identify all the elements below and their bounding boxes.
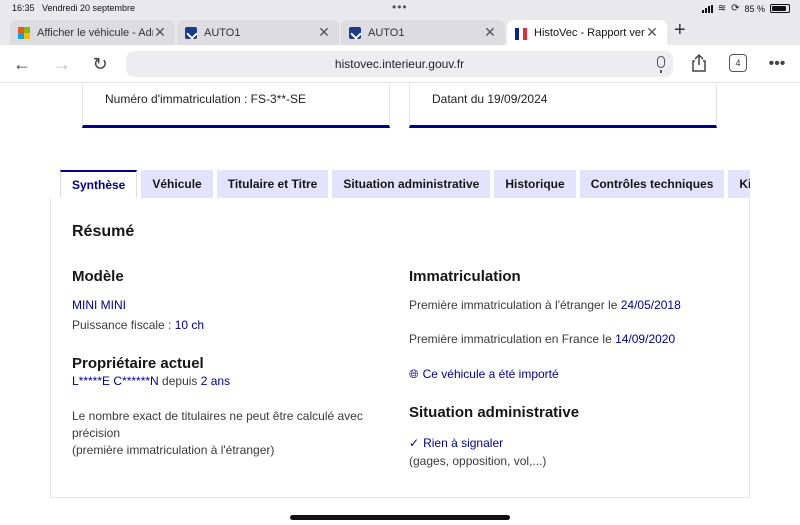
tab-synthese[interactable]: Synthèse (60, 170, 138, 198)
address-bar[interactable]: histovec.interieur.gouv.fr (126, 51, 673, 77)
report-tabs: Synthèse Véhicule Titulaire et Titre Sit… (50, 170, 750, 198)
registration-number: Numéro d'immatriculation : FS-3**-SE (105, 92, 307, 106)
multitasking-dots-icon[interactable]: ••• (392, 0, 408, 14)
report-date: Datant du 19/09/2024 (432, 92, 548, 106)
owner-since-value: 2 ans (200, 374, 231, 388)
model-heading: Modèle (72, 268, 124, 285)
registration-heading: Immatriculation (409, 268, 521, 285)
auto1-icon (349, 26, 361, 39)
admin-detail: (gages, opposition, vol,...) (409, 454, 547, 468)
admin-status-text: Rien à signaler (423, 436, 504, 450)
date-card: Datant du 19/09/2024 (409, 84, 717, 128)
france-registration-label: Première immatriculation en France le (409, 332, 616, 346)
tab-historique[interactable]: Historique (494, 170, 576, 198)
browser-tab[interactable]: AUTO1 ✕ (177, 20, 339, 45)
registration-card: Numéro d'immatriculation : FS-3**-SE (82, 84, 390, 128)
imported-link-text: Ce véhicule a été importé (422, 367, 559, 381)
microphone-icon[interactable] (657, 56, 665, 73)
home-indicator[interactable] (290, 515, 510, 520)
admin-status: ✓ Rien à signaler (409, 435, 503, 452)
check-icon: ✓ (409, 436, 420, 450)
back-arrow-icon[interactable]: ← (9, 51, 35, 77)
foreign-registration: Première immatriculation à l'étranger le… (409, 297, 681, 314)
share-icon[interactable] (690, 53, 708, 73)
tab-situation-administrative[interactable]: Situation administrative (332, 170, 491, 198)
microsoft-icon (18, 26, 30, 39)
browser-tab-title: AUTO1 (204, 26, 241, 39)
browser-tab-title: HistoVec - Rapport vendeur (534, 26, 645, 39)
orientation-lock-icon: ⟳ (731, 3, 740, 14)
summary-title: Résumé (72, 223, 135, 240)
clock: 16:35 (12, 3, 35, 13)
browser-tab-title: AUTO1 (368, 26, 405, 39)
url-text: histovec.interieur.gouv.fr (334, 57, 465, 71)
fiscal-power: Puissance fiscale : 10 ch (72, 317, 204, 334)
browser-toolbar: ← → ↻ histovec.interieur.gouv.fr 4 ••• (0, 45, 800, 83)
battery-icon (770, 4, 790, 13)
owner-note-detail: (première immatriculation à l'étranger) (72, 443, 275, 457)
admin-heading: Situation administrative (409, 404, 580, 421)
tab-controles-techniques[interactable]: Contrôles techniques (579, 170, 725, 198)
status-indicators: ≋ ⟳ 85 % (701, 3, 790, 14)
page-content: Numéro d'immatriculation : FS-3**-SE Dat… (0, 84, 800, 525)
browser-tab-title: Afficher le véhicule - Adm (37, 26, 153, 39)
tab-titulaire[interactable]: Titulaire et Titre (216, 170, 329, 198)
close-icon[interactable]: ✕ (483, 24, 497, 41)
battery-percent: 85 % (744, 3, 765, 14)
globe-icon: 🌐︎ (409, 367, 419, 381)
imported-link[interactable]: 🌐︎ Ce véhicule a été importé (409, 366, 559, 383)
france-registration: Première immatriculation en France le 14… (409, 331, 675, 348)
tab-count-icon[interactable]: 4 (729, 54, 747, 72)
fiscal-power-value: 10 ch (174, 318, 205, 332)
status-bar: 16:35 Vendredi 20 septembre ••• ≋ ⟳ 85 % (0, 0, 800, 17)
tab-vehicule[interactable]: Véhicule (141, 170, 213, 198)
owner-since-label: depuis (158, 374, 201, 388)
france-flag-icon (515, 27, 527, 40)
browser-tab[interactable]: AUTO1 ✕ (341, 20, 505, 45)
more-menu-icon[interactable]: ••• (764, 51, 790, 77)
browser-tab[interactable]: Afficher le véhicule - Adm ✕ (10, 20, 175, 45)
reload-icon[interactable]: ↻ (87, 51, 113, 77)
owner-line: L*****E C******N depuis 2 ans (72, 373, 230, 390)
foreign-registration-date: 24/05/2018 (620, 298, 681, 312)
close-icon[interactable]: ✕ (645, 24, 659, 41)
browser-tab-active[interactable]: HistoVec - Rapport vendeur ✕ (507, 20, 667, 45)
close-icon[interactable]: ✕ (317, 24, 331, 41)
fiscal-power-label: Puissance fiscale : (72, 318, 175, 332)
close-icon[interactable]: ✕ (153, 24, 167, 41)
owner-note: Le nombre exact de titulaires ne peut êt… (72, 409, 363, 440)
new-tab-icon[interactable]: + (674, 19, 686, 42)
tab-kilometrage[interactable]: Kilométrage (728, 170, 750, 198)
france-registration-date: 14/09/2020 (615, 332, 676, 346)
forward-arrow-icon[interactable]: → (49, 51, 75, 77)
owner-name: L*****E C******N (72, 374, 159, 388)
signal-icon (701, 4, 713, 13)
model-name: MINI MINI (72, 298, 126, 312)
owner-heading: Propriétaire actuel (72, 355, 204, 372)
wifi-icon: ≋ (717, 3, 727, 14)
date: Vendredi 20 septembre (42, 3, 136, 13)
foreign-registration-label: Première immatriculation à l'étranger le (409, 298, 621, 312)
browser-tab-strip: Afficher le véhicule - Adm ✕ AUTO1 ✕ AUT… (0, 17, 800, 45)
auto1-icon (185, 26, 197, 39)
